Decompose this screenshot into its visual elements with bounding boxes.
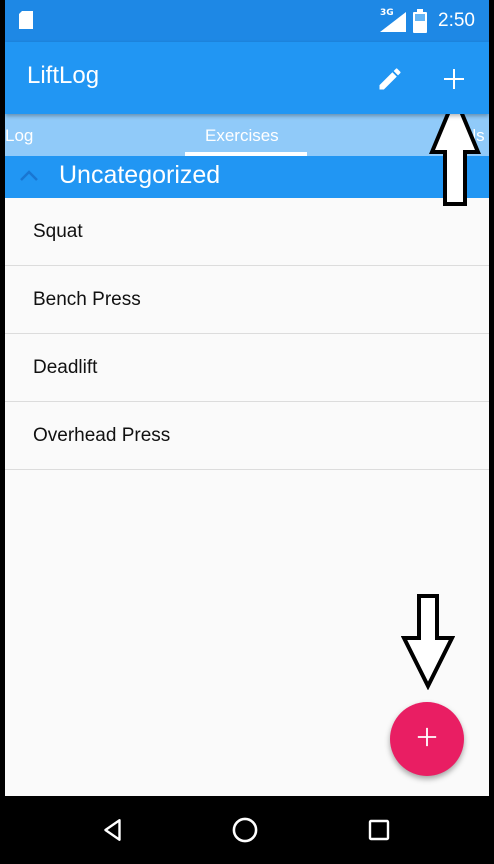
category-header[interactable]: Uncategorized [5, 156, 489, 198]
tab-exercises[interactable]: Exercises [205, 126, 279, 146]
status-time: 2:50 [438, 10, 475, 31]
app-screen: 3G 2:50 LiftLog Log Exercises Tools Unca… [5, 0, 489, 864]
tab-strip: Log Exercises Tools [5, 114, 489, 156]
annotation-arrow-down [401, 594, 455, 690]
signal-icon [380, 12, 406, 36]
home-icon[interactable] [229, 814, 261, 846]
list-item[interactable]: Squat [5, 198, 489, 266]
edit-icon[interactable] [373, 62, 407, 96]
system-nav-bar [5, 796, 489, 864]
recents-icon[interactable] [363, 814, 395, 846]
add-icon[interactable] [437, 62, 471, 96]
category-label: Uncategorized [59, 161, 221, 189]
battery-icon [413, 9, 427, 37]
app-title: LiftLog [27, 62, 100, 89]
plus-icon [416, 726, 438, 752]
app-toolbar: LiftLog [5, 42, 489, 114]
exercise-list: Squat Bench Press Deadlift Overhead Pres… [5, 198, 489, 470]
status-bar: 3G 2:50 [5, 0, 489, 42]
list-item[interactable]: Bench Press [5, 266, 489, 334]
chevron-up-icon[interactable] [17, 166, 41, 190]
add-exercise-fab[interactable] [390, 702, 464, 776]
tab-log[interactable]: Log [5, 126, 33, 146]
list-item[interactable]: Overhead Press [5, 402, 489, 470]
sd-card-icon [19, 11, 33, 33]
list-item[interactable]: Deadlift [5, 334, 489, 402]
back-icon[interactable] [97, 814, 129, 846]
